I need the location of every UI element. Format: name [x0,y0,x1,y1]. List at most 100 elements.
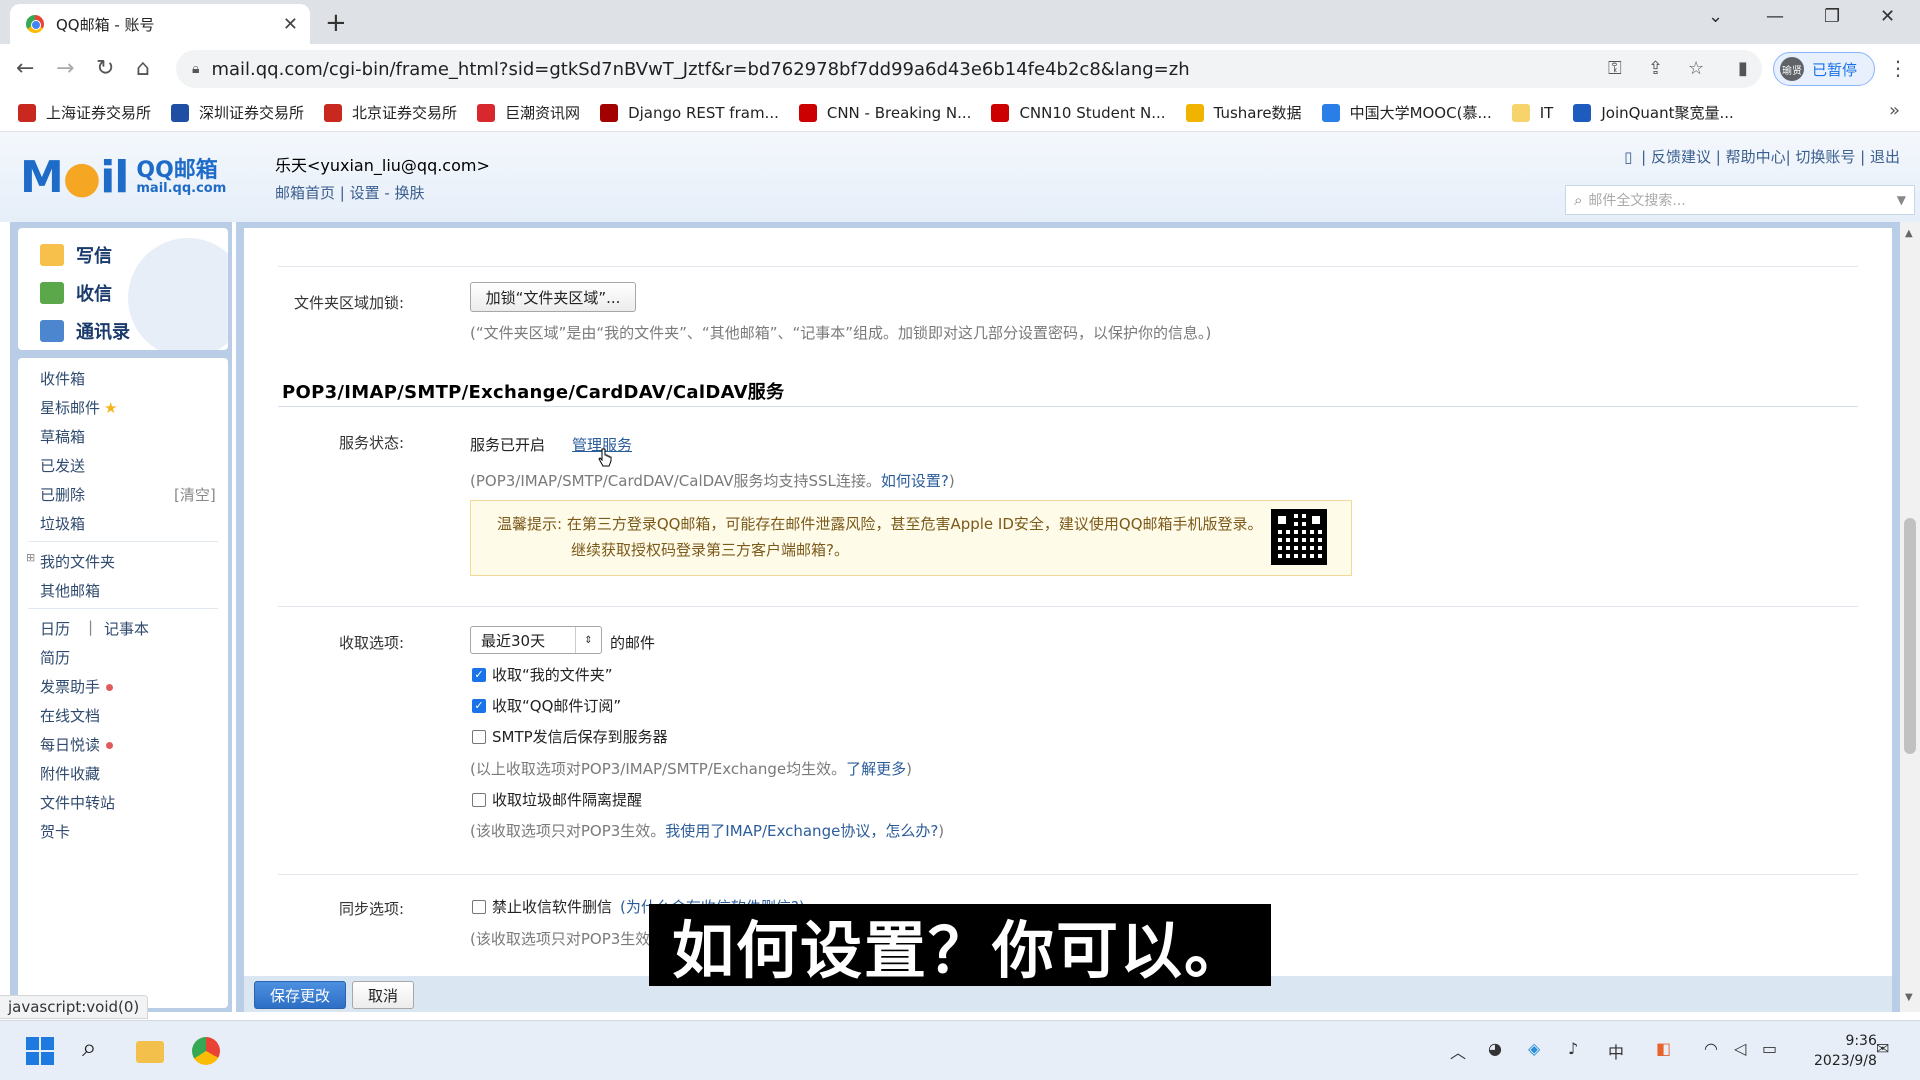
bookmark-item[interactable]: Django REST fram... [600,103,779,122]
restore-icon[interactable]: ❐ [1824,6,1840,27]
cancel-button[interactable]: 取消 [352,981,414,1009]
logo-o: ● [62,152,101,203]
sidebar-item-docs[interactable]: 在线文档 [40,705,100,726]
bookmark-item[interactable]: 深圳证券交易所 [171,102,304,123]
browser-menu-icon[interactable]: ⋮ [1888,56,1908,80]
checkbox-smtp-save[interactable]: SMTP发信后保存到服务器 [472,726,668,747]
top-links-text[interactable]: | 反馈建议 | 帮助中心| 切换账号 | 退出 [1641,148,1900,166]
checkbox-spam-reminder[interactable]: 收取垃圾邮件隔离提醒 [472,789,642,810]
bookmark-item[interactable]: 上海证券交易所 [18,102,151,123]
bookmark-item[interactable]: JoinQuant聚宽量... [1573,102,1734,123]
sidebar-item-invoice[interactable]: 发票助手 [40,676,114,697]
tab-search-icon[interactable]: ⌄ [1708,6,1723,27]
ime-indicator[interactable]: 中 [1608,1039,1624,1063]
learn-more-link[interactable]: 了解更多 [846,760,906,778]
scroll-up-icon[interactable]: ▲ [1905,228,1913,239]
mobile-icon[interactable]: ▯ [1624,148,1632,166]
volume-icon[interactable]: ◁ [1734,1039,1746,1058]
forward-icon[interactable]: → [56,56,74,81]
start-icon[interactable] [26,1037,54,1065]
warning-line-2[interactable]: 继续获取授权码登录第三方客户端邮箱?。 [571,539,849,560]
security-tray-icon[interactable]: ◈ [1528,1039,1540,1058]
how-to-setup-link[interactable]: 如何设置? [881,472,949,490]
folder-lock-button[interactable]: 加锁“文件夹区域”... [470,282,636,312]
omnibox[interactable]: 🔒︎ mail.qq.com/cgi-bin/frame_html?sid=gt… [176,50,1762,88]
top-links[interactable]: ▯ | 反馈建议 | 帮助中心| 切换账号 | 退出 [1620,146,1900,167]
sidebar-item-my-folders[interactable]: 我的文件夹 [40,551,115,572]
home-icon[interactable]: ⌂ [136,56,150,81]
window-close-icon[interactable]: ✕ [1880,6,1895,27]
url-text[interactable]: mail.qq.com/cgi-bin/frame_html?sid=gtkSd… [211,59,1189,80]
sidebar-item-inbox[interactable]: 收件箱 [40,368,85,389]
bookmarks-overflow-icon[interactable]: » [1889,100,1900,121]
sidebar-item-deleted[interactable]: 已删除 [40,484,85,505]
profile-paused-button[interactable]: 瑜贤 已暂停 [1773,52,1875,86]
checkbox-icon[interactable]: ✓ [472,698,486,713]
sidebar-item-attachments[interactable]: 附件收藏 [40,763,100,784]
browser-tab[interactable]: QQ邮箱 - 账号 ✕ [10,4,310,44]
mail-search-input[interactable]: ⌕ 邮件全文搜索... ▼ [1565,185,1915,215]
minimize-icon[interactable]: — [1766,6,1784,27]
tab-close-icon[interactable]: ✕ [283,14,298,35]
bookmark-item[interactable]: 巨潮资讯网 [477,102,580,123]
user-links[interactable]: 邮箱首页 | 设置 - 换肤 [275,182,490,203]
bookmark-item[interactable]: CNN - Breaking N... [798,103,971,122]
bookmark-item[interactable]: Tushare数据 [1185,102,1302,123]
bookmark-item[interactable]: 中国大学MOOC(慕... [1321,102,1492,123]
share-icon[interactable]: ⇪ [1648,58,1663,79]
bookmark-star-icon[interactable]: ☆ [1688,58,1704,79]
sidebar-item-transfer[interactable]: 文件中转站 [40,792,115,813]
back-icon[interactable]: ← [16,56,34,81]
notification-icon[interactable]: ✉ [1876,1039,1889,1058]
file-explorer-icon[interactable] [136,1041,164,1063]
sidebar-item-drafts[interactable]: 草稿箱 [40,426,85,447]
sidebar-item-sent[interactable]: 已发送 [40,455,85,476]
sidebar-item-notes[interactable]: 记事本 [104,618,149,639]
sidebar-item-other-mail[interactable]: 其他邮箱 [40,580,100,601]
search-placeholder[interactable]: 邮件全文搜索... [1588,190,1896,210]
system-clock[interactable]: 9:36 2023/9/8 [1814,1031,1877,1071]
reload-icon[interactable]: ↻ [96,56,114,81]
page-scrollbar[interactable]: ▲ ▼ [1900,222,1920,1012]
side-panel-icon[interactable]: ▮ [1738,58,1748,79]
search-icon[interactable]: ⌕ [1574,191,1582,209]
expand-folders-icon[interactable]: ⊞ [26,551,35,564]
sidebar-item-spam[interactable]: 垃圾箱 [40,513,85,534]
receive-range-select[interactable]: 最近30天 ⇕ [470,626,602,654]
app-tray-icon[interactable]: ◧ [1656,1039,1671,1058]
checkbox-icon[interactable] [472,899,486,914]
checkbox-icon[interactable] [472,729,486,744]
chrome-taskbar-icon[interactable] [192,1037,220,1065]
qq-mail-logo[interactable]: M●il QQ邮箱 mail.qq.com [20,152,226,203]
checkbox-icon[interactable]: ✓ [472,667,486,682]
clear-trash-link[interactable]: [清空] [174,484,216,505]
search-icon[interactable]: ⌕ [82,1033,110,1063]
scroll-thumb[interactable] [1904,518,1916,754]
bookmark-item[interactable]: 北京证券交易所 [324,102,457,123]
receive-button[interactable]: 收信 [40,280,112,306]
checkbox-qq-subscription[interactable]: ✓ 收取“QQ邮件订阅” [472,695,621,716]
scroll-down-icon[interactable]: ▼ [1905,992,1913,1003]
sidebar-item-resume[interactable]: 简历 [40,647,70,668]
sidebar-item-cards[interactable]: 贺卡 [40,821,70,842]
qq-tray-icon[interactable]: ◕ [1488,1039,1502,1058]
password-key-icon[interactable]: ⚿ [1608,58,1622,79]
tray-overflow-icon[interactable]: ︿ [1450,1039,1466,1063]
bookmark-item[interactable]: CNN10 Student N... [991,103,1166,122]
lock-icon[interactable]: 🔒︎ [192,61,199,77]
wifi-icon[interactable]: ◠ [1704,1039,1718,1058]
imap-exchange-link[interactable]: 我使用了IMAP/Exchange协议，怎么办? [665,822,938,840]
contacts-button[interactable]: 通讯录 [40,318,130,344]
sidebar-item-starred[interactable]: 星标邮件 ★ [40,397,117,418]
new-tab-button[interactable]: + [325,8,347,38]
search-dropdown-icon[interactable]: ▼ [1897,193,1906,207]
checkbox-my-folders[interactable]: ✓ 收取“我的文件夹” [472,664,613,685]
battery-icon[interactable]: ▭ [1762,1039,1777,1058]
save-button[interactable]: 保存更改 [254,981,346,1009]
checkbox-icon[interactable] [472,792,486,807]
microphone-icon[interactable]: ♪ [1568,1039,1578,1058]
sidebar-item-daily[interactable]: 每日悦读 [40,734,114,755]
bookmark-item[interactable]: IT [1511,103,1553,122]
compose-button[interactable]: 写信 [40,242,112,268]
sidebar-item-calendar[interactable]: 日历 [40,618,70,639]
